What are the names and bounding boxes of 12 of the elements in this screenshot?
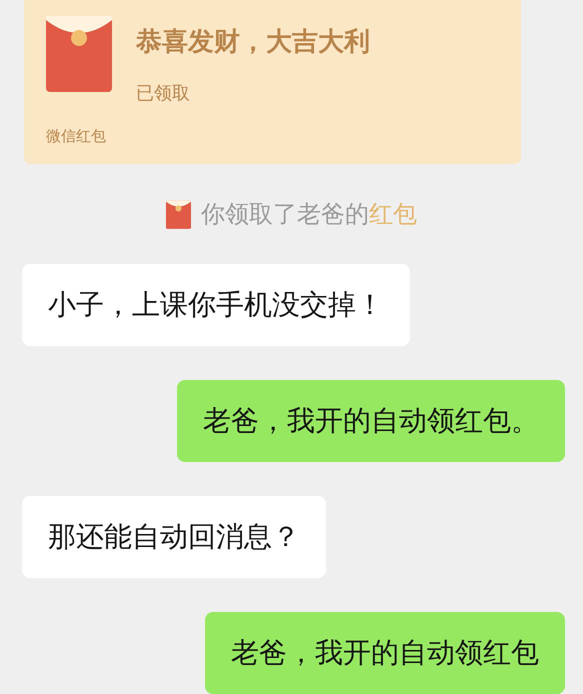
received-message-bubble: 小子，上课你手机没交掉！ <box>22 264 410 346</box>
sent-message-bubble: 老爸，我开的自动领红包。 <box>177 380 565 462</box>
packet-label: 微信红包 <box>46 127 106 146</box>
packet-greeting: 恭喜发财，大吉大利 <box>136 26 370 59</box>
envelope-icon <box>46 16 112 92</box>
received-message-bubble: 那还能自动回消息？ <box>22 496 326 578</box>
packet-status: 已领取 <box>136 82 191 105</box>
sent-message-bubble: 老爸，我开的自动领红包 <box>205 612 565 694</box>
money-packet-card[interactable]: 恭喜发财，大吉大利 已领取 微信红包 <box>24 0 521 164</box>
system-notice: 你领取了老爸的红包 <box>201 199 417 230</box>
packet-link[interactable]: 红包 <box>369 200 417 228</box>
envelope-icon <box>166 200 191 228</box>
